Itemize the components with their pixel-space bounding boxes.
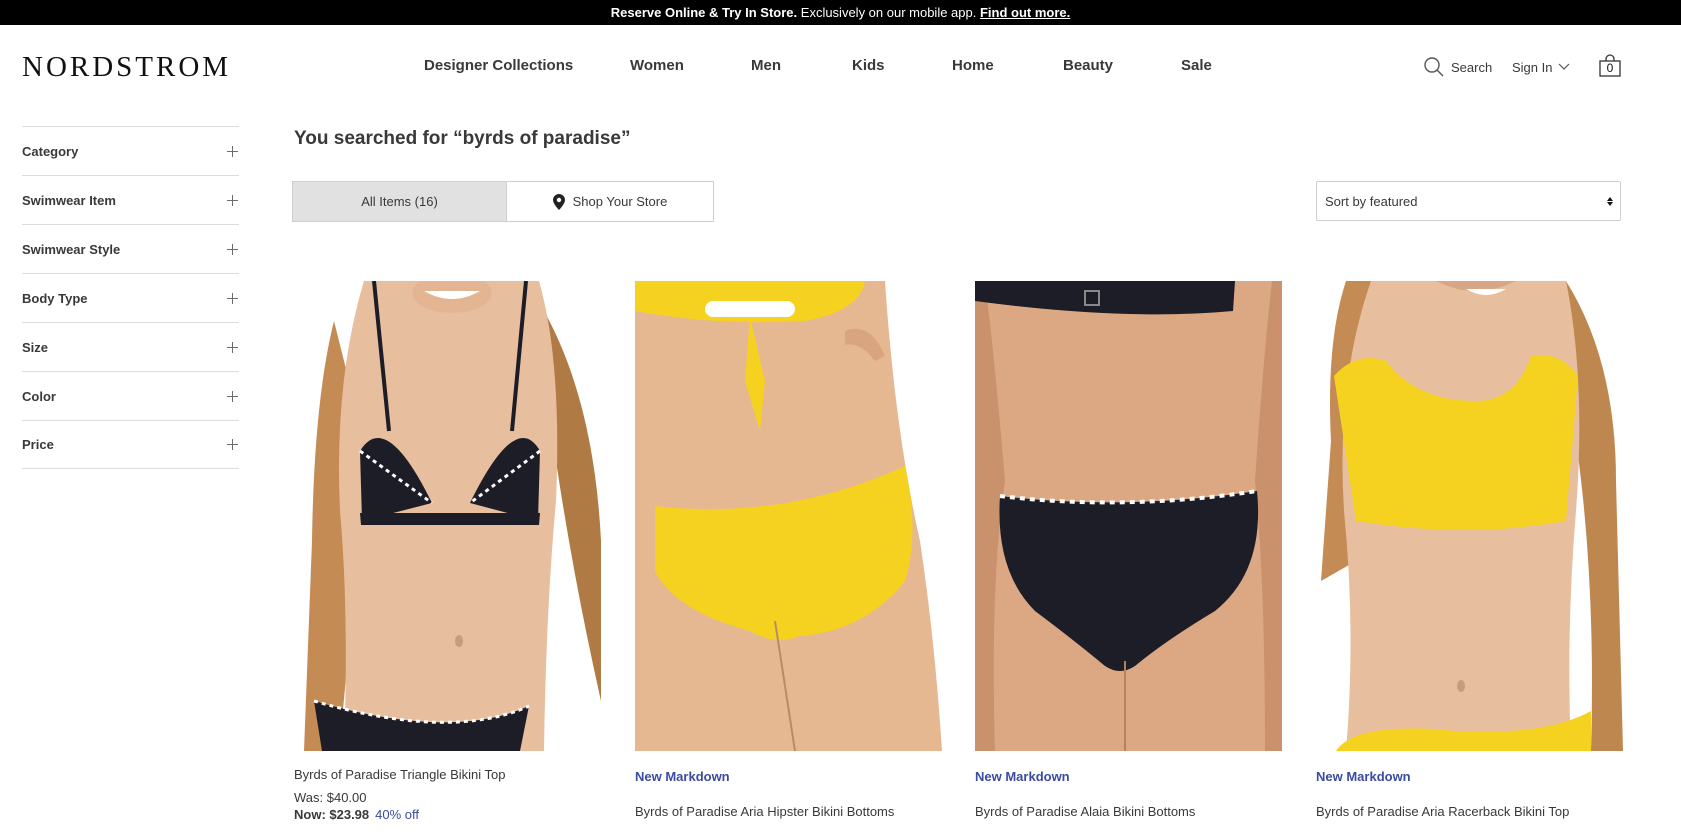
nav-kids[interactable]: Kids <box>852 57 885 74</box>
facet-label: Swimwear Style <box>22 241 121 257</box>
product-name[interactable]: Byrds of Paradise Aria Racerback Bikini … <box>1316 804 1636 819</box>
results-tabs: All Items (16) Shop Your Store <box>292 181 714 222</box>
nav-designer-collections[interactable]: Designer Collections <box>424 57 573 74</box>
product-info: New Markdown Byrds of Paradise Aria Hips… <box>635 769 955 819</box>
nav-men[interactable]: Men <box>751 57 781 74</box>
facet-label: Color <box>22 388 56 404</box>
plus-icon <box>227 292 238 304</box>
facet-label: Price <box>22 437 54 452</box>
tab-shop-your-store-label: Shop Your Store <box>572 194 668 209</box>
promo-bold-text: Reserve Online & Try In Store. <box>610 5 798 20</box>
nav-sale[interactable]: Sale <box>1181 57 1212 74</box>
discount-label: 40% off <box>375 807 420 822</box>
promo-text: Exclusively on our mobile app. <box>797 5 980 20</box>
product-grid: Byrds of Paradise Triangle Bikini Top Wa… <box>294 281 1623 836</box>
sort-select-value: Sort by featured <box>1325 193 1418 209</box>
tab-all-items-label: All Items (16) <box>361 194 438 209</box>
nav-women[interactable]: Women <box>630 57 684 74</box>
bag-count: 0 <box>1606 61 1614 75</box>
tab-shop-your-store[interactable]: Shop Your Store <box>506 182 713 221</box>
product-image[interactable] <box>975 281 1282 751</box>
site-header: NORDSTROM Designer Collections Women Men… <box>0 25 1681 109</box>
product-info: New Markdown Byrds of Paradise Alaia Bik… <box>975 769 1295 819</box>
search-label: Search <box>1451 59 1493 75</box>
plus-icon <box>227 439 238 450</box>
plus-icon <box>227 341 238 353</box>
product-image[interactable] <box>635 281 942 751</box>
search-icon <box>1424 57 1444 77</box>
location-pin-icon <box>552 193 565 210</box>
facet-body-type[interactable]: Body Type <box>22 273 239 322</box>
plus-icon <box>227 390 238 402</box>
product-name[interactable]: Byrds of Paradise Triangle Bikini Top <box>294 767 614 782</box>
product-info: New Markdown Byrds of Paradise Aria Race… <box>1316 769 1636 819</box>
plus-icon <box>227 145 238 157</box>
product-name[interactable]: Byrds of Paradise Alaia Bikini Bottoms <box>975 804 1295 819</box>
sign-in-label: Sign In <box>1512 59 1553 75</box>
product-name[interactable]: Byrds of Paradise Aria Hipster Bikini Bo… <box>635 804 955 819</box>
plus-icon <box>227 243 238 255</box>
tab-all-items[interactable]: All Items (16) <box>293 182 506 221</box>
facet-price[interactable]: Price <box>22 420 239 469</box>
nav-home[interactable]: Home <box>952 57 994 74</box>
facet-label: Body Type <box>22 290 88 306</box>
new-markdown-badge: New Markdown <box>635 769 730 784</box>
facet-color[interactable]: Color <box>22 371 239 420</box>
promo-link[interactable]: Find out more. <box>980 5 1070 20</box>
product-image[interactable] <box>1316 281 1623 751</box>
facet-label: Size <box>22 339 49 355</box>
now-price: Now: $23.98 <box>294 807 370 822</box>
select-arrows-icon <box>1607 196 1613 206</box>
search-results-title: You searched for “byrds of paradise” <box>294 128 631 149</box>
facet-label: Swimwear Item <box>22 192 116 208</box>
new-markdown-badge: New Markdown <box>975 769 1070 784</box>
was-price: Was: $40.00 <box>294 790 367 805</box>
facet-swimwear-style[interactable]: Swimwear Style <box>22 224 239 273</box>
facet-label: Category <box>22 143 79 159</box>
new-markdown-badge: New Markdown <box>1316 769 1411 784</box>
plus-icon <box>227 194 238 206</box>
facet-size[interactable]: Size <box>22 322 239 371</box>
price-row: Now: $23.98 40% off <box>294 807 614 822</box>
filter-sidebar: Category Swimwear Item Swimwear Style Bo… <box>22 126 239 469</box>
nav-beauty[interactable]: Beauty <box>1063 57 1113 74</box>
sort-select[interactable]: Sort by featured <box>1316 181 1621 221</box>
search-button[interactable]: Search <box>1423 55 1492 79</box>
product-info: Byrds of Paradise Triangle Bikini Top Wa… <box>294 767 614 822</box>
chevron-down-icon <box>1559 63 1570 70</box>
facet-category[interactable]: Category <box>22 126 239 175</box>
shopping-bag-button[interactable]: 0 <box>1598 54 1622 78</box>
promo-banner: Reserve Online & Try In Store. Exclusive… <box>0 0 1681 25</box>
facet-swimwear-item[interactable]: Swimwear Item <box>22 175 239 224</box>
product-image[interactable] <box>294 281 601 751</box>
sign-in-button[interactable]: Sign In <box>1512 55 1570 79</box>
